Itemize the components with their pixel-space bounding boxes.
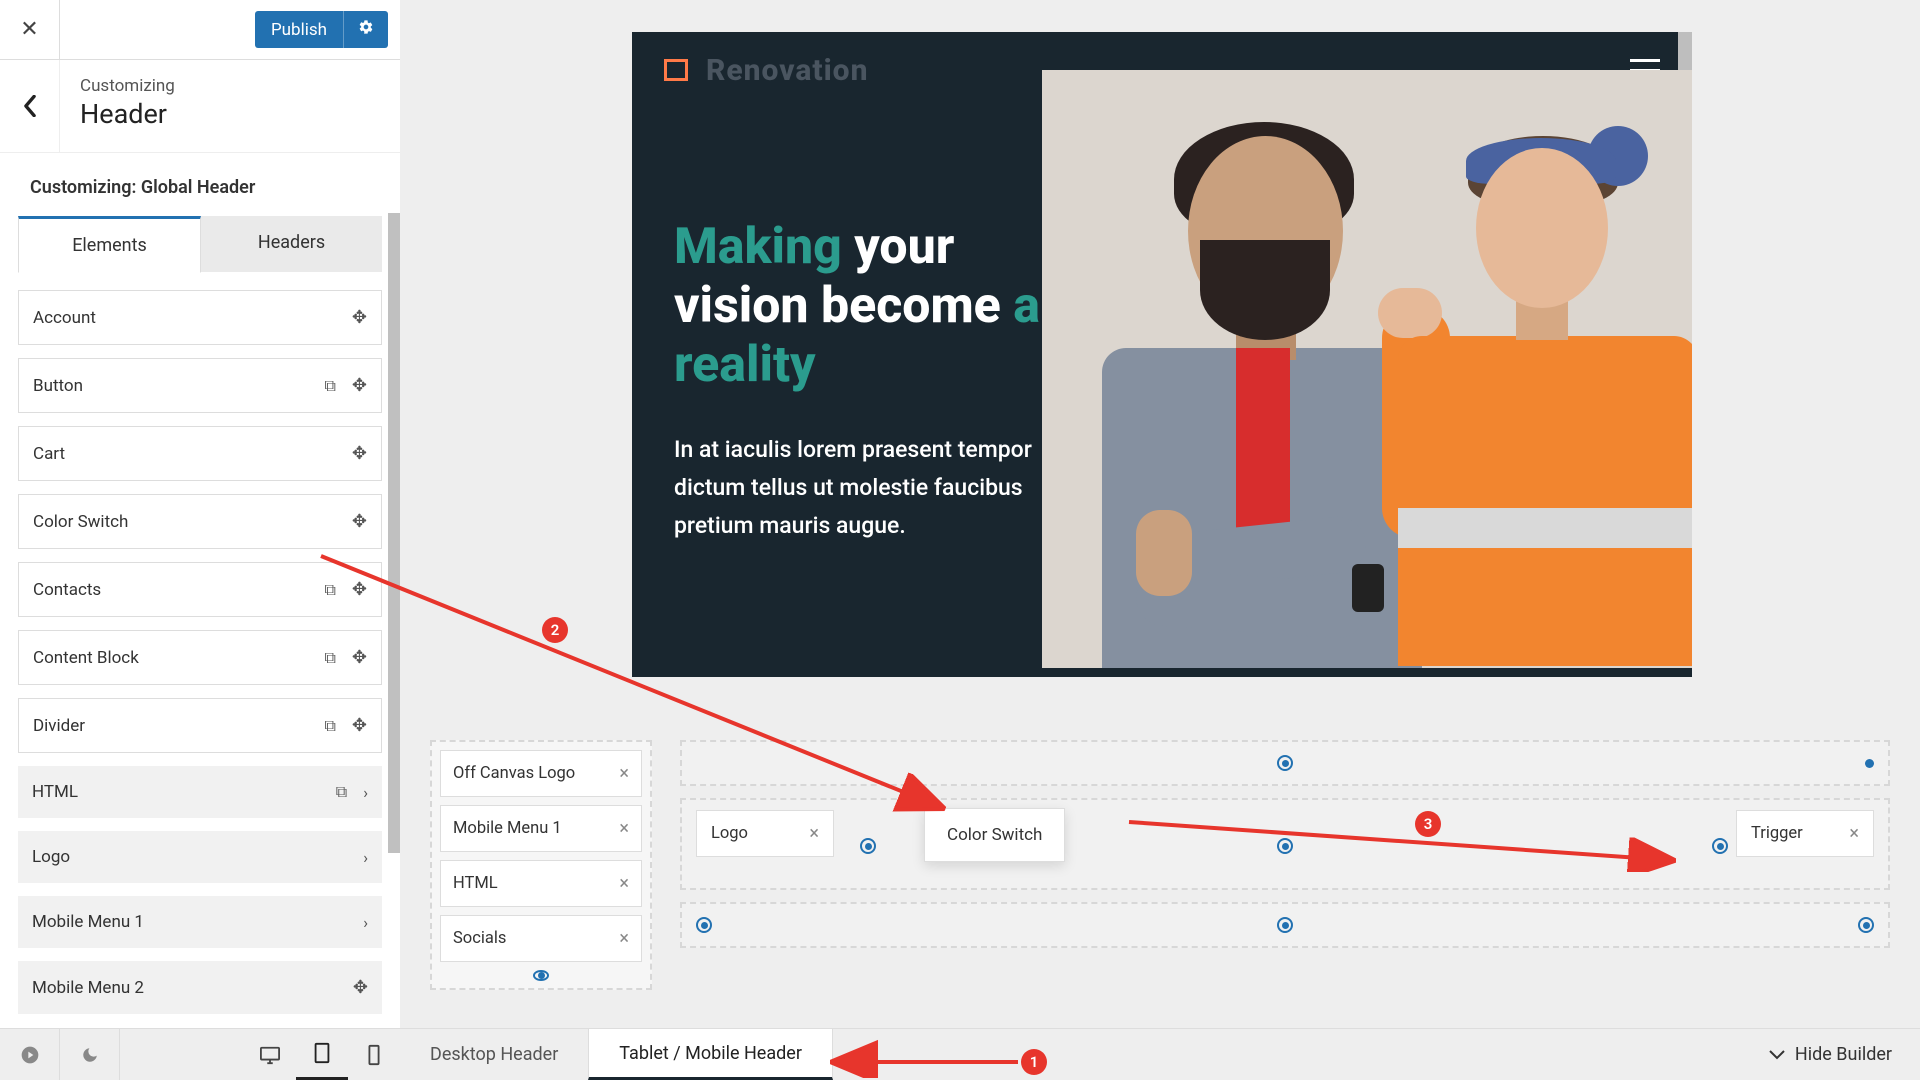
row-col-dot[interactable] <box>696 917 712 933</box>
element-label: Color Switch <box>33 512 128 532</box>
element-label: Divider <box>33 716 85 736</box>
device-mobile-icon[interactable] <box>348 1029 400 1080</box>
preview-hero-image <box>1042 70 1692 668</box>
move-icon[interactable]: ✥ <box>352 511 367 532</box>
element-logo[interactable]: Logo › <box>18 831 382 883</box>
publish-label: Publish <box>255 12 343 48</box>
chevron-right-icon: › <box>363 913 368 932</box>
preview-hero-text: Making your vision become a reality In a… <box>674 218 1094 545</box>
element-label: Content Block <box>33 648 139 668</box>
header-title: Header <box>80 98 175 130</box>
preview-brand: Renovation <box>706 53 868 88</box>
close-icon[interactable]: × <box>619 928 629 949</box>
row-col-dot[interactable] <box>860 838 876 854</box>
element-label: Button <box>33 376 83 396</box>
sidebar-header: Customizing Header <box>0 60 400 153</box>
illustration-woman <box>1392 108 1692 668</box>
element-label: Account <box>33 308 96 328</box>
preview-headline: Making your vision become a reality <box>674 218 1094 395</box>
move-icon[interactable]: ✥ <box>352 375 367 396</box>
element-cart[interactable]: Cart ✥ <box>18 426 382 481</box>
trigger-slot: Trigger × <box>1736 810 1874 857</box>
hide-builder-button[interactable]: Hide Builder <box>1741 1044 1920 1065</box>
section-subtitle: Customizing: Global Header <box>18 153 382 216</box>
element-label: Mobile Menu 2 <box>32 978 144 998</box>
annotation-arrow-2 <box>313 548 963 838</box>
header-suptitle: Customizing <box>80 76 175 96</box>
chip-trigger[interactable]: Trigger × <box>1736 810 1874 857</box>
annotation-badge-1: 1 <box>1021 1049 1047 1075</box>
sidebar-tabs: Elements Headers <box>18 216 382 272</box>
preview-scrollbar[interactable] <box>1678 32 1692 74</box>
row-settings-dot[interactable] <box>1277 755 1293 771</box>
sidebar-topbar: ✕ Publish <box>0 0 400 60</box>
back-button[interactable] <box>0 60 60 152</box>
annotation-arrow-1 <box>828 1034 1028 1078</box>
element-color-switch[interactable]: Color Switch ✥ <box>18 494 382 549</box>
element-label: Cart <box>33 444 65 464</box>
chevron-down-icon <box>1769 1050 1785 1060</box>
tab-desktop-header[interactable]: Desktop Header <box>400 1029 588 1080</box>
tab-headers[interactable]: Headers <box>201 216 382 272</box>
preview-logo-icon <box>664 59 688 81</box>
row-settings-dot[interactable] <box>533 970 549 981</box>
gear-icon[interactable] <box>343 11 388 48</box>
tab-tablet-mobile-header[interactable]: Tablet / Mobile Header <box>588 1029 833 1080</box>
element-account[interactable]: Account ✥ <box>18 290 382 345</box>
element-label: HTML <box>32 782 78 802</box>
chip-socials[interactable]: Socials × <box>440 915 642 962</box>
element-label: Logo <box>32 847 70 867</box>
device-desktop-icon[interactable] <box>244 1029 296 1080</box>
chip-label: HTML <box>453 874 498 893</box>
builder-bottom-tabs: Desktop Header Tablet / Mobile Header Hi… <box>400 1028 1920 1080</box>
publish-button[interactable]: Publish <box>255 11 388 48</box>
element-mobile-menu-2[interactable]: Mobile Menu 2 ✥ <box>18 961 382 1014</box>
annotation-badge-2: 2 <box>542 617 568 643</box>
header-text: Customizing Header <box>60 60 195 152</box>
builder-area: Renovation M <box>400 0 1920 1080</box>
tab-elements[interactable]: Elements <box>18 216 201 273</box>
hide-builder-label: Hide Builder <box>1795 1044 1892 1065</box>
headline-part: Making <box>674 218 842 276</box>
element-mobile-menu-1[interactable]: Mobile Menu 1 › <box>18 896 382 948</box>
chevron-right-icon: › <box>363 848 368 867</box>
device-tablet-icon[interactable] <box>296 1029 348 1080</box>
sidebar-footer <box>0 1028 400 1080</box>
element-button[interactable]: Button ⧉ ✥ <box>18 358 382 413</box>
copy-icon[interactable]: ⧉ <box>324 376 335 396</box>
element-label: Contacts <box>33 580 101 600</box>
row-col-dot[interactable] <box>1712 838 1728 854</box>
headline-part: become <box>821 277 1001 335</box>
preview-paragraph: In at iaculis lorem praesent tempor dict… <box>674 431 1094 545</box>
row-bottom[interactable] <box>680 902 1890 948</box>
element-label: Mobile Menu 1 <box>32 912 144 932</box>
annotation-badge-3: 3 <box>1415 811 1441 837</box>
close-customizer-button[interactable]: ✕ <box>0 0 60 60</box>
row-settings-dot[interactable] <box>1277 917 1293 933</box>
row-col-dot[interactable] <box>1858 917 1874 933</box>
chip-label: Trigger <box>1751 824 1803 843</box>
illustration-man <box>1096 128 1426 668</box>
customizer-sidebar: ✕ Publish Customizing Header Customizing… <box>0 0 400 1029</box>
chip-label: Socials <box>453 929 506 948</box>
dark-mode-icon[interactable] <box>60 1029 120 1080</box>
move-icon[interactable]: ✥ <box>352 307 367 328</box>
row-right-dot[interactable] <box>1865 759 1874 768</box>
close-icon[interactable]: × <box>619 873 629 894</box>
chip-html[interactable]: HTML × <box>440 860 642 907</box>
move-icon[interactable]: ✥ <box>352 443 367 464</box>
annotation-arrow-3 <box>1123 812 1683 872</box>
toggle-panel-icon[interactable] <box>0 1029 60 1080</box>
move-icon[interactable]: ✥ <box>353 977 368 998</box>
close-icon[interactable]: × <box>1849 823 1859 844</box>
